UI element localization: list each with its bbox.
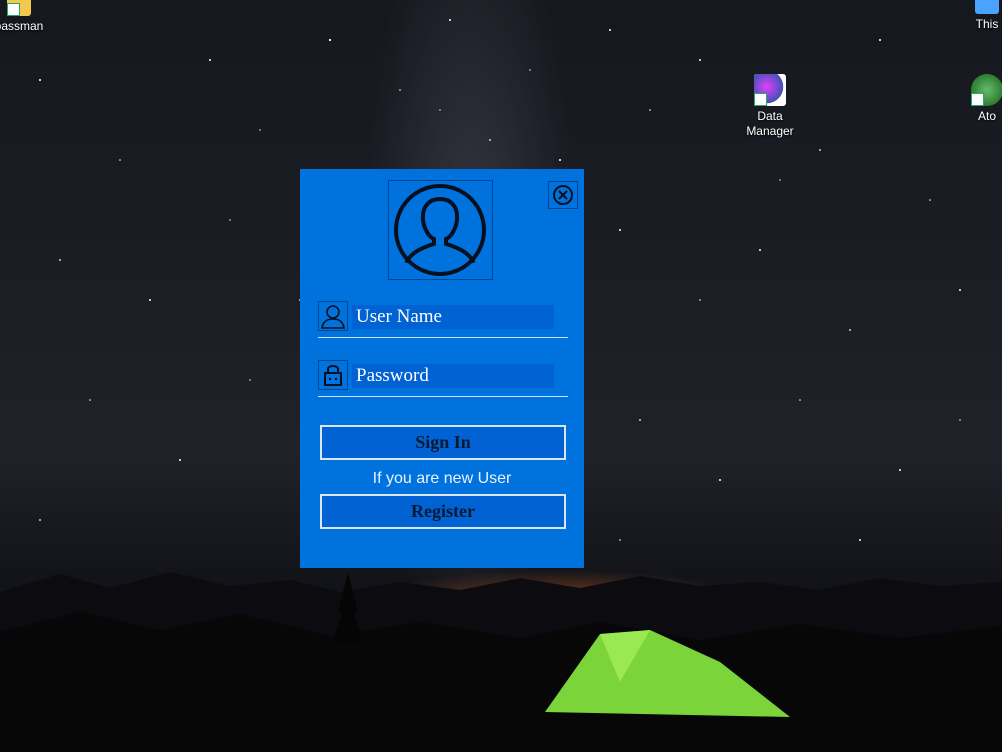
- avatar: [388, 180, 493, 280]
- desktop-icon-label: Ato: [977, 109, 996, 123]
- desktop-icon-data-manager[interactable]: Data Manager: [735, 74, 805, 139]
- folder-icon: [7, 0, 31, 16]
- user-icon: [318, 301, 348, 331]
- password-row: [318, 360, 568, 397]
- mountain-landscape: [0, 572, 1002, 752]
- atom-app-icon: [971, 74, 1002, 106]
- desktop-icon-atom[interactable]: Ato: [952, 74, 1002, 124]
- username-row: [318, 301, 568, 338]
- computer-icon: [975, 0, 999, 14]
- password-input[interactable]: [352, 364, 554, 388]
- close-button[interactable]: [548, 181, 578, 209]
- close-icon: [553, 185, 573, 205]
- desktop-icon-this-pc[interactable]: This: [952, 0, 1002, 32]
- register-button[interactable]: Register: [320, 494, 566, 529]
- login-dialog: Sign In If you are new User Register: [300, 169, 584, 568]
- new-user-hint: If you are new User: [372, 470, 512, 487]
- desktop-icon-label: Data Manager: [746, 109, 794, 138]
- lock-icon: [318, 360, 348, 390]
- username-input[interactable]: [352, 305, 554, 329]
- data-manager-app-icon: [754, 74, 786, 106]
- desktop-icon-passman[interactable]: passman: [0, 0, 54, 34]
- desktop-icon-label: passman: [0, 19, 44, 33]
- user-avatar-icon: [394, 184, 486, 276]
- desktop-icon-label: This: [975, 17, 999, 31]
- sign-in-button[interactable]: Sign In: [320, 425, 566, 460]
